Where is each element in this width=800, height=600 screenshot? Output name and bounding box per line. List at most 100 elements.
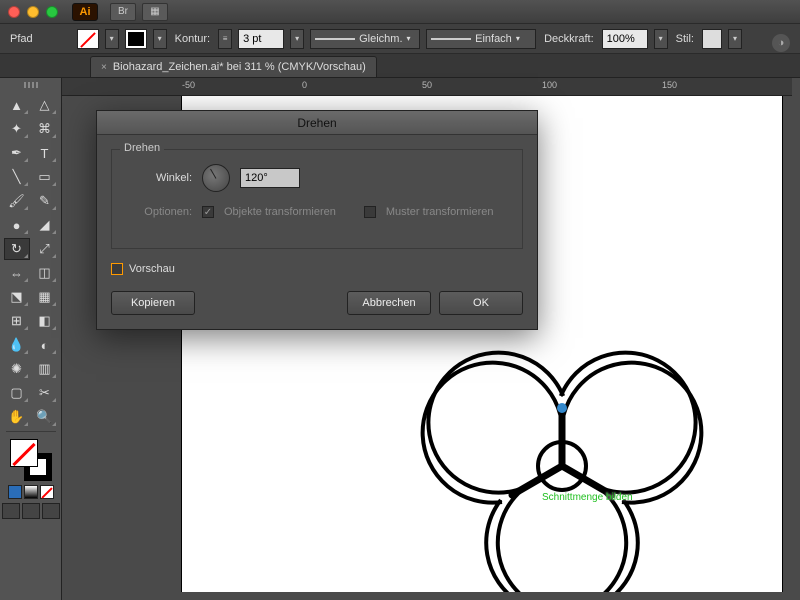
scale-tool[interactable]: ⤢ xyxy=(32,238,58,260)
transform-objects-label: Objekte transformieren xyxy=(224,206,336,218)
ruler-mark: -50 xyxy=(182,80,195,90)
magic-wand-tool[interactable]: ✦ xyxy=(4,118,30,140)
titlebar: Ai Br ▦ xyxy=(0,0,800,24)
zoom-tool[interactable]: 🔍 xyxy=(32,406,58,428)
options-bar: Pfad ▾ ▾ Kontur: ≡ 3 pt ▾ Gleichm. ▾ Ein… xyxy=(0,24,800,54)
toolbox-drag-handle[interactable] xyxy=(14,82,48,90)
style-label: Stil: xyxy=(676,33,694,45)
chevron-down-icon: ▾ xyxy=(516,34,520,43)
options-label: Optionen: xyxy=(126,206,192,218)
selection-tool[interactable]: ▲ xyxy=(4,94,30,116)
separator xyxy=(6,431,56,432)
color-modes xyxy=(8,485,54,499)
rotate-dialog: Drehen Drehen Winkel: 120° Optionen: Obj… xyxy=(96,110,538,330)
close-tab-icon[interactable]: × xyxy=(101,62,107,73)
cancel-button[interactable]: Abbrechen xyxy=(347,291,431,315)
brush-label: Einfach xyxy=(475,33,512,45)
bridge-button[interactable]: Br xyxy=(110,3,136,21)
stroke-weight-input[interactable]: 3 pt xyxy=(238,29,284,49)
ok-button[interactable]: OK xyxy=(439,291,523,315)
stroke-weight-stepper[interactable]: ≡ xyxy=(218,29,232,49)
transform-patterns-checkbox[interactable] xyxy=(364,206,376,218)
preview-checkbox[interactable] xyxy=(111,263,123,275)
stroke-swatch[interactable] xyxy=(125,29,147,49)
object-type-label: Pfad xyxy=(10,33,33,45)
blend-tool[interactable]: ◐ xyxy=(32,334,58,356)
gradient-tool[interactable]: ◧ xyxy=(32,310,58,332)
mesh-tool[interactable]: ⊞ xyxy=(4,310,30,332)
brush-preview-icon xyxy=(431,38,471,40)
shape-builder-tool[interactable]: ⬔ xyxy=(4,286,30,308)
none-mode-button[interactable] xyxy=(40,485,54,499)
angle-input[interactable]: 120° xyxy=(240,168,300,188)
symbol-sprayer-tool[interactable]: ✺ xyxy=(4,358,30,380)
transform-objects-checkbox[interactable] xyxy=(202,206,214,218)
chevron-down-icon: ▾ xyxy=(407,34,411,43)
arrange-documents-button[interactable]: ▦ xyxy=(142,3,168,21)
ruler-mark: 100 xyxy=(542,80,557,90)
opacity-label: Deckkraft: xyxy=(544,33,594,45)
slice-tool[interactable]: ✂ xyxy=(32,382,58,404)
rotate-group: Drehen Winkel: 120° Optionen: Objekte tr… xyxy=(111,149,523,249)
perspective-grid-tool[interactable]: ▦ xyxy=(32,286,58,308)
variable-width-profile[interactable]: Gleichm. ▾ xyxy=(310,29,420,49)
artboard-tool[interactable]: ▢ xyxy=(4,382,30,404)
copy-button[interactable]: Kopieren xyxy=(111,291,195,315)
blob-brush-tool[interactable]: ● xyxy=(4,214,30,236)
free-transform-tool[interactable]: ◫ xyxy=(32,262,58,284)
smart-guide-hint: Schnittmenge bilden xyxy=(542,492,633,503)
draw-inside-button[interactable] xyxy=(42,503,60,519)
paintbrush-tool[interactable]: 🖌 xyxy=(4,190,30,212)
preview-label: Vorschau xyxy=(129,263,175,275)
line-tool[interactable]: ╲ xyxy=(4,166,30,188)
panel-menu-icon[interactable]: ◑ xyxy=(772,34,790,52)
document-tab[interactable]: × Biohazard_Zeichen.ai* bei 311 % (CMYK/… xyxy=(90,56,377,77)
zoom-window-button[interactable] xyxy=(46,6,58,18)
document-tab-bar: × Biohazard_Zeichen.ai* bei 311 % (CMYK/… xyxy=(0,54,800,78)
eyedropper-tool[interactable]: 💧 xyxy=(4,334,30,356)
column-graph-tool[interactable]: ▥ xyxy=(32,358,58,380)
angle-dial[interactable] xyxy=(202,164,230,192)
lasso-tool[interactable]: ⌘ xyxy=(32,118,58,140)
width-tool[interactable]: ⇔ xyxy=(4,262,30,284)
eraser-tool[interactable]: ◢ xyxy=(32,214,58,236)
stroke-weight-dropdown[interactable]: ▾ xyxy=(290,29,304,49)
stroke-dropdown[interactable]: ▾ xyxy=(153,29,167,49)
opacity-input[interactable]: 100% xyxy=(602,29,648,49)
type-tool[interactable]: T xyxy=(32,142,58,164)
ruler-mark: 0 xyxy=(302,80,307,90)
gradient-mode-button[interactable] xyxy=(24,485,38,499)
style-dropdown[interactable]: ▾ xyxy=(728,29,742,49)
angle-label: Winkel: xyxy=(126,172,192,184)
app-badge-icon: Ai xyxy=(72,3,98,21)
direct-selection-tool[interactable]: △ xyxy=(32,94,58,116)
profile-label: Gleichm. xyxy=(359,33,402,45)
fill-box[interactable] xyxy=(10,439,38,467)
document-tab-title: Biohazard_Zeichen.ai* bei 311 % (CMYK/Vo… xyxy=(113,61,366,73)
transform-patterns-label: Muster transformieren xyxy=(386,206,494,218)
fill-dropdown[interactable]: ▾ xyxy=(105,29,119,49)
pencil-tool[interactable]: ✎ xyxy=(32,190,58,212)
profile-preview-icon xyxy=(315,38,355,40)
draw-normal-button[interactable] xyxy=(2,503,20,519)
opacity-dropdown[interactable]: ▾ xyxy=(654,29,668,49)
fill-swatch[interactable] xyxy=(77,29,99,49)
ruler-mark: 50 xyxy=(422,80,432,90)
color-mode-button[interactable] xyxy=(8,485,22,499)
brush-definition[interactable]: Einfach ▾ xyxy=(426,29,536,49)
toolbox: ▲ △ ✦ ⌘ ✒ T ╲ ▭ 🖌 ✎ ● ◢ ↻ ⤢ ⇔ ◫ ⬔ ▦ ⊞ ◧ … xyxy=(0,78,62,600)
close-window-button[interactable] xyxy=(8,6,20,18)
window-controls xyxy=(8,6,58,18)
pen-tool[interactable]: ✒ xyxy=(4,142,30,164)
stroke-label: Kontur: xyxy=(175,33,210,45)
dialog-titlebar[interactable]: Drehen xyxy=(97,111,537,135)
horizontal-ruler[interactable]: -50 0 50 100 150 xyxy=(62,78,792,96)
fill-stroke-control[interactable] xyxy=(10,439,52,481)
minimize-window-button[interactable] xyxy=(27,6,39,18)
draw-behind-button[interactable] xyxy=(22,503,40,519)
hand-tool[interactable]: ✋ xyxy=(4,406,30,428)
style-swatch[interactable] xyxy=(702,29,722,49)
group-legend: Drehen xyxy=(120,142,164,154)
rotate-tool[interactable]: ↻ xyxy=(4,238,30,260)
rectangle-tool[interactable]: ▭ xyxy=(32,166,58,188)
